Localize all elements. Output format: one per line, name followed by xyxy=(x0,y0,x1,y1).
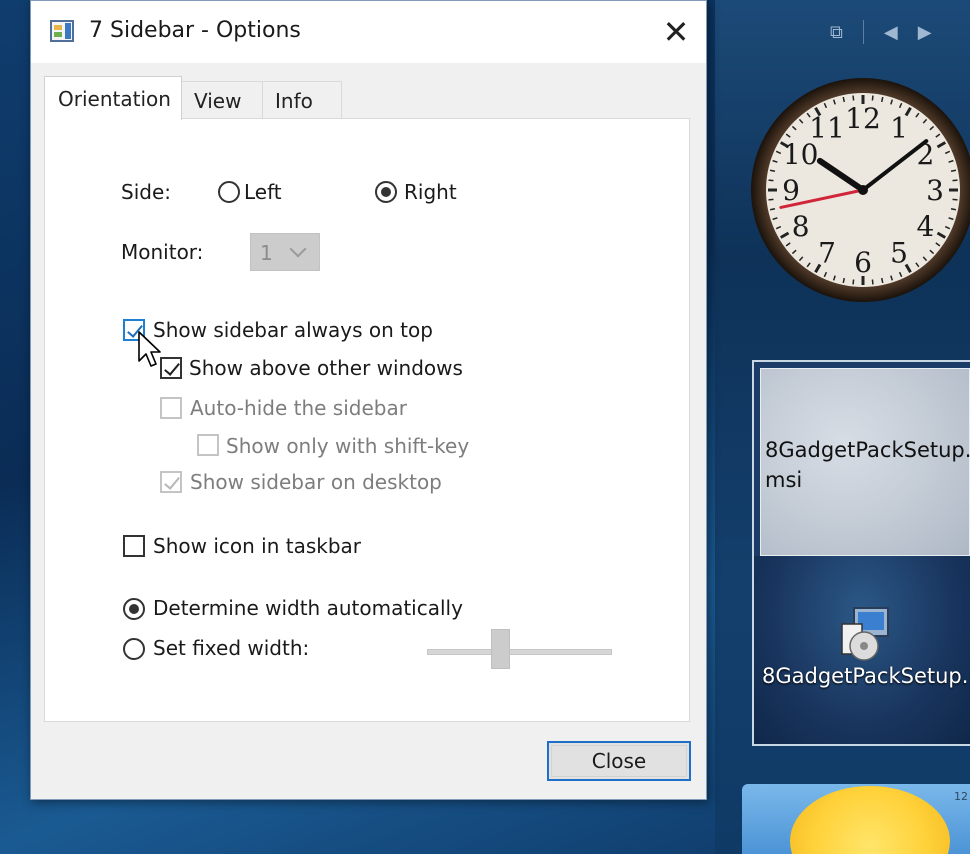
auto-width-radio[interactable] xyxy=(123,598,145,620)
clock-numeral: 3 xyxy=(926,174,944,207)
prev-arrow-icon[interactable]: ◀ xyxy=(884,22,898,43)
orientation-panel xyxy=(44,118,690,722)
window-title: 7 Sidebar - Options xyxy=(89,18,301,43)
side-right-radio[interactable] xyxy=(375,181,397,203)
weather-value: 12 xyxy=(954,790,968,803)
above-other-windows-label[interactable]: Show above other windows xyxy=(189,356,463,380)
auto-width-label[interactable]: Determine width automatically xyxy=(153,596,463,620)
sidebar-toolbar: ⧉ ◀ ▶ xyxy=(830,20,932,44)
clock-tick xyxy=(842,277,846,284)
auto-hide-checkbox[interactable] xyxy=(160,397,182,419)
clock-gadget[interactable]: 12 1234567891011 xyxy=(749,76,970,304)
taskbar-icon-checkbox[interactable] xyxy=(123,535,145,557)
taskbar-icon-label[interactable]: Show icon in taskbar xyxy=(153,534,361,558)
next-arrow-icon[interactable]: ▶ xyxy=(918,22,932,43)
monitor-select[interactable]: 1 xyxy=(250,233,320,271)
clock-numeral: 4 xyxy=(916,210,934,243)
file-preview-bottom: 8GadgetPackSetup... xyxy=(754,556,970,744)
app-icon xyxy=(50,20,74,42)
clock-tick xyxy=(952,179,958,182)
side-left-label[interactable]: Left xyxy=(244,180,282,204)
clock-tick xyxy=(852,95,855,101)
clock-tick xyxy=(768,179,774,182)
toolbar-divider xyxy=(862,20,864,44)
close-icon[interactable]: ✕ xyxy=(646,1,706,63)
clock-tick xyxy=(769,169,776,173)
sun-icon xyxy=(790,786,950,854)
file-preview-top: 8GadgetPackSetup. msi xyxy=(760,368,970,556)
window-icon[interactable]: ⧉ xyxy=(830,22,843,43)
clock-numeral: 5 xyxy=(890,236,908,269)
installer-icon xyxy=(841,607,889,661)
fixed-width-radio[interactable] xyxy=(123,638,145,660)
chevron-down-icon xyxy=(289,240,307,258)
clock-numeral: 12 xyxy=(845,102,881,135)
above-other-windows-checkbox[interactable] xyxy=(160,357,182,379)
clock-tick xyxy=(950,207,957,211)
clock-tick xyxy=(880,277,884,284)
options-dialog: 7 Sidebar - Options ✕ Orientation View I… xyxy=(30,0,707,800)
auto-hide-label[interactable]: Auto-hide the sidebar xyxy=(190,396,407,420)
clock-tick xyxy=(871,95,874,101)
clock-tick xyxy=(950,169,957,173)
mouse-cursor-icon xyxy=(138,331,161,367)
clock-numeral: 8 xyxy=(792,210,810,243)
width-slider-track[interactable] xyxy=(427,649,612,655)
shift-key-checkbox[interactable] xyxy=(197,434,219,456)
sidebar-on-desktop-checkbox[interactable] xyxy=(160,471,182,493)
clock-center xyxy=(858,185,868,195)
monitor-value: 1 xyxy=(260,241,273,265)
tab-info[interactable]: Info xyxy=(262,81,342,119)
clock-numeral: 7 xyxy=(818,236,836,269)
clock-tick xyxy=(952,198,958,201)
always-on-top-label[interactable]: Show sidebar always on top xyxy=(153,318,433,342)
clock-tick xyxy=(871,279,874,285)
title-bar[interactable]: 7 Sidebar - Options ✕ xyxy=(31,1,706,63)
clock-numeral: 9 xyxy=(782,174,800,207)
weather-gadget[interactable]: 12 xyxy=(742,784,970,854)
clock-tick xyxy=(842,96,846,103)
clock-tick xyxy=(769,207,776,211)
clock-numeral: 1 xyxy=(890,112,908,145)
clock-tick xyxy=(880,96,884,103)
shift-key-label[interactable]: Show only with shift-key xyxy=(226,434,469,458)
file-name-caption: 8GadgetPackSetup... xyxy=(762,664,970,688)
side-label: Side: xyxy=(121,180,171,204)
monitor-label: Monitor: xyxy=(121,240,204,264)
fixed-width-label[interactable]: Set fixed width: xyxy=(153,636,309,660)
side-left-radio[interactable] xyxy=(218,181,240,203)
sidebar-on-desktop-label[interactable]: Show sidebar on desktop xyxy=(190,470,442,494)
tab-view[interactable]: View xyxy=(181,81,263,119)
side-right-label[interactable]: Right xyxy=(404,180,457,204)
file-preview-gadget[interactable]: 8GadgetPackSetup. msi 8GadgetPackSetup..… xyxy=(752,360,970,746)
tab-orientation[interactable]: Orientation xyxy=(44,76,182,120)
clock-tick xyxy=(852,279,855,285)
clock-tick xyxy=(768,198,774,201)
file-name-label: 8GadgetPackSetup. msi xyxy=(765,438,970,492)
clock-numeral: 11 xyxy=(809,112,845,145)
clock-numeral: 6 xyxy=(854,246,872,279)
close-button[interactable]: Close xyxy=(547,741,691,781)
width-slider-thumb[interactable] xyxy=(491,629,510,669)
